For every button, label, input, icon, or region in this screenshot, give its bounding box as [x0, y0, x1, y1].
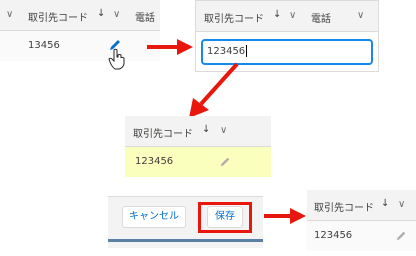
arrow-down-left-icon: [189, 62, 239, 118]
chevron-down-icon[interactable]: ∨: [113, 9, 120, 20]
column-header-row: ∨ 取引先コード ↓ ∨ 電話: [0, 0, 160, 31]
column-header-row: 取引先コード ↓ ∨: [307, 190, 416, 221]
step3-panel: 取引先コード ↓ ∨ 123456: [125, 116, 271, 178]
sort-down-icon[interactable]: ↓: [273, 9, 281, 20]
footer-divider: [108, 239, 263, 242]
sort-down-icon[interactable]: ↓: [381, 198, 389, 209]
chevron-down-icon[interactable]: ∨: [6, 9, 13, 20]
column-header-account-code[interactable]: 取引先コード: [28, 9, 88, 24]
step5-panel: 取引先コード ↓ ∨ 123456: [307, 190, 416, 252]
account-code-cell: 123456: [314, 230, 353, 241]
edit-pencil-icon[interactable]: [219, 156, 231, 168]
sort-down-icon[interactable]: ↓: [202, 124, 210, 135]
arrow-right-icon: [264, 208, 306, 224]
chevron-down-icon[interactable]: ∨: [220, 125, 227, 136]
save-highlight-box: [198, 202, 252, 233]
chevron-down-icon[interactable]: ∨: [398, 199, 405, 210]
edit-pencil-icon[interactable]: [395, 230, 407, 242]
column-header-account-code[interactable]: 取引先コード: [314, 199, 374, 214]
account-code-cell: 123456: [135, 156, 174, 167]
chevron-down-icon[interactable]: ∨: [289, 10, 296, 21]
column-header-account-code[interactable]: 取引先コード: [133, 125, 193, 140]
column-header-phone[interactable]: 電話: [135, 9, 155, 24]
table-row: 13456: [0, 31, 160, 61]
column-header-row: 取引先コード ↓ ∨ 電話 ∨: [196, 1, 378, 32]
step4-panel: キャンセル 保存: [108, 196, 263, 248]
chevron-down-icon[interactable]: ∨: [357, 10, 364, 21]
hand-cursor-icon: [108, 48, 125, 70]
text-caret: [246, 45, 248, 57]
step1-panel: ∨ 取引先コード ↓ ∨ 電話 13456: [0, 0, 160, 70]
column-header-row: 取引先コード ↓ ∨: [125, 116, 271, 147]
column-header-phone[interactable]: 電話: [311, 10, 331, 25]
column-header-account-code[interactable]: 取引先コード: [204, 10, 264, 25]
table-row-edited: 123456: [125, 147, 271, 177]
arrow-right-icon: [147, 39, 193, 55]
cancel-button[interactable]: キャンセル: [122, 206, 186, 228]
account-code-cell: 13456: [28, 40, 60, 51]
table-row: 123456: [307, 221, 416, 251]
sort-down-icon[interactable]: ↓: [97, 8, 105, 19]
input-value: 123456: [207, 46, 246, 57]
